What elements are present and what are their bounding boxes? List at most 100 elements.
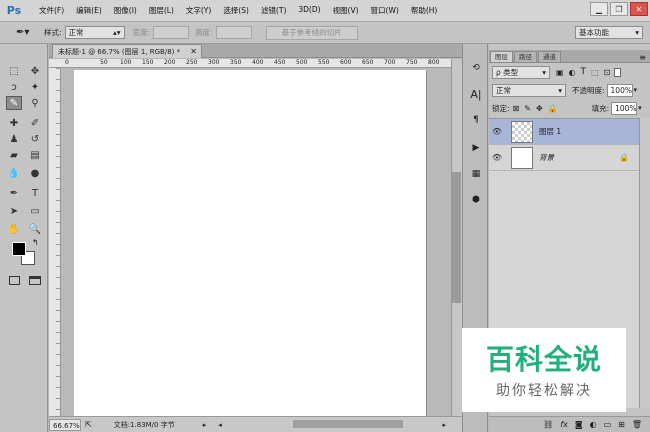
workspace-select-value: 基本功能	[579, 28, 609, 37]
eyedropper-tool-icon[interactable]: ⚲	[27, 96, 43, 110]
status-menu-arrow-icon[interactable]: ▸	[203, 421, 207, 429]
magic-wand-tool-icon[interactable]: ✦	[27, 80, 43, 94]
menu-layer[interactable]: 图层(L)	[143, 5, 180, 16]
visibility-eye-icon[interactable]: 👁	[489, 153, 505, 162]
panel-menu-icon[interactable]: ≡	[639, 53, 646, 62]
dodge-tool-icon[interactable]: ●	[27, 166, 43, 180]
fill-field[interactable]: 100%	[611, 101, 638, 115]
filter-pixel-icon[interactable]: ▣	[556, 68, 564, 77]
history-brush-tool-icon[interactable]: ↺	[27, 132, 43, 146]
quick-mask-icon[interactable]	[9, 276, 20, 285]
history-panel-icon[interactable]: ⟲	[467, 60, 485, 76]
lock-all-icon[interactable]: 🔒	[548, 104, 558, 113]
layer-row-background[interactable]: 👁 背景 🔒	[489, 145, 639, 171]
ruler-label: 100	[120, 59, 132, 66]
document-tab[interactable]: 未标题-1 @ 66.7% (图层 1, RGB/8) * ✕	[52, 44, 202, 58]
gradient-tool-icon[interactable]: ▤	[27, 148, 43, 162]
menu-view[interactable]: 视图(V)	[327, 5, 365, 16]
lock-image-icon[interactable]: ✎	[524, 104, 531, 113]
hand-tool-icon[interactable]: ✋	[6, 222, 22, 236]
type-tool-icon[interactable]: T	[27, 186, 43, 200]
brush-tool-icon[interactable]: ✐	[27, 116, 43, 130]
eraser-tool-icon[interactable]: ▰	[6, 148, 22, 162]
zoom-tool-icon[interactable]: 🔍	[27, 222, 43, 236]
minimize-button[interactable]: ▁	[590, 2, 608, 16]
lasso-tool-icon[interactable]: ↄ	[6, 80, 22, 94]
slice-tool-icon[interactable]: ✒▾	[16, 27, 38, 38]
export-icon[interactable]: ⇱	[85, 420, 92, 429]
blend-mode-select[interactable]: 正常 ▾	[492, 83, 566, 97]
menu-select[interactable]: 选择(S)	[217, 5, 255, 16]
chevron-down-icon[interactable]: ▾	[634, 86, 638, 94]
chevron-down-icon[interactable]: ▾	[638, 104, 642, 112]
move-tool-icon[interactable]: ✥	[27, 64, 43, 78]
close-icon[interactable]: ✕	[190, 47, 197, 56]
slices-from-guides-button[interactable]: 基于参考线的切片	[265, 25, 358, 40]
filter-type-icon[interactable]: T	[581, 67, 587, 77]
layer-filter-select[interactable]: ρ 类型 ▾	[492, 65, 550, 79]
clone-stamp-tool-icon[interactable]: ♟	[6, 132, 22, 146]
window-controls: ▁ ❐ ✕	[590, 2, 648, 16]
healing-brush-tool-icon[interactable]: ✚	[6, 116, 22, 130]
menu-window[interactable]: 窗口(W)	[365, 5, 405, 16]
new-group-icon[interactable]: ▭	[604, 420, 612, 429]
3d-panel-icon[interactable]: ⬢	[467, 192, 485, 208]
rectangle-tool-icon[interactable]: ▭	[27, 204, 43, 218]
tab-paths[interactable]: 路径	[514, 51, 537, 62]
style-select[interactable]: 正常 ▴▾	[64, 26, 125, 39]
menu-edit[interactable]: 编辑(E)	[70, 5, 108, 16]
vertical-scrollbar-thumb[interactable]	[452, 172, 461, 303]
zoom-level[interactable]: 66.67%	[49, 418, 81, 431]
opacity-label: 不透明度:	[572, 85, 605, 95]
paragraph-panel-icon[interactable]: ¶	[467, 112, 485, 128]
tab-channels[interactable]: 通道	[538, 51, 561, 62]
menu-filter[interactable]: 滤镜(T)	[255, 5, 292, 16]
link-layers-icon[interactable]: ⛓	[543, 420, 553, 429]
menu-image[interactable]: 图像(I)	[108, 5, 143, 16]
layer-style-icon[interactable]: fx	[560, 420, 568, 429]
layer-row-layer1[interactable]: 👁 图层 1	[489, 119, 639, 145]
scroll-right-icon[interactable]: ▸	[442, 421, 446, 429]
adjustment-layer-icon[interactable]: ◐	[590, 420, 597, 429]
ruler-label: 700	[384, 59, 396, 66]
menu-type[interactable]: 文字(Y)	[180, 5, 217, 16]
filter-shape-icon[interactable]: ⬚	[591, 68, 599, 77]
layers-scrollbar[interactable]	[639, 118, 650, 408]
filter-smart-object-icon[interactable]: ⊡	[604, 68, 611, 77]
close-button[interactable]: ✕	[630, 2, 648, 16]
character-panel-icon[interactable]: A|	[467, 86, 485, 102]
blur-tool-icon[interactable]: 💧	[6, 166, 22, 180]
ruler-label: 150	[142, 59, 154, 66]
path-selection-tool-icon[interactable]: ➤	[6, 204, 22, 218]
opacity-field[interactable]: 100%	[606, 83, 633, 97]
actions-panel-icon[interactable]: ▶	[467, 140, 485, 156]
menu-bar: Ps 文件(F) 编辑(E) 图像(I) 图层(L) 文字(Y) 选择(S) 滤…	[0, 0, 650, 22]
lock-transparency-icon[interactable]: ⊠	[513, 104, 520, 113]
tab-layers[interactable]: 图层	[490, 51, 513, 62]
options-bar: ✒▾ 样式: 正常 ▴▾ 宽度: 高度: 基于参考线的切片 基本功能 ▾	[0, 22, 650, 44]
menu-file[interactable]: 文件(F)	[33, 5, 70, 16]
visibility-eye-icon[interactable]: 👁	[489, 127, 505, 136]
pen-tool-icon[interactable]: ✒	[6, 186, 22, 200]
menu-help[interactable]: 帮助(H)	[405, 5, 444, 16]
restore-button[interactable]: ❐	[610, 2, 628, 16]
swap-colors-icon[interactable]: ↰	[32, 238, 39, 247]
lock-position-icon[interactable]: ✥	[536, 104, 543, 113]
filter-toggle-icon[interactable]	[614, 67, 622, 77]
add-mask-icon[interactable]: ◙	[575, 420, 583, 429]
scroll-left-icon[interactable]: ◂	[218, 421, 222, 429]
document-canvas[interactable]	[74, 70, 426, 416]
width-field[interactable]	[153, 26, 190, 39]
workspace-select[interactable]: 基本功能 ▾	[575, 26, 643, 39]
filter-adjustment-icon[interactable]: ◐	[569, 68, 576, 77]
delete-layer-icon[interactable]: 🗑	[632, 420, 642, 429]
screen-mode-icon[interactable]	[29, 276, 41, 285]
horizontal-scrollbar-thumb[interactable]	[293, 420, 403, 428]
marquee-tool-icon[interactable]: ⬚	[6, 64, 22, 78]
info-panel-icon[interactable]: ▦	[467, 166, 485, 182]
menu-3d[interactable]: 3D(D)	[292, 5, 326, 16]
height-field[interactable]	[215, 26, 252, 39]
foreground-color-swatch[interactable]	[12, 242, 26, 256]
slice-tool-icon[interactable]: ✎	[6, 96, 22, 110]
new-layer-icon[interactable]: ⊞	[618, 420, 625, 429]
